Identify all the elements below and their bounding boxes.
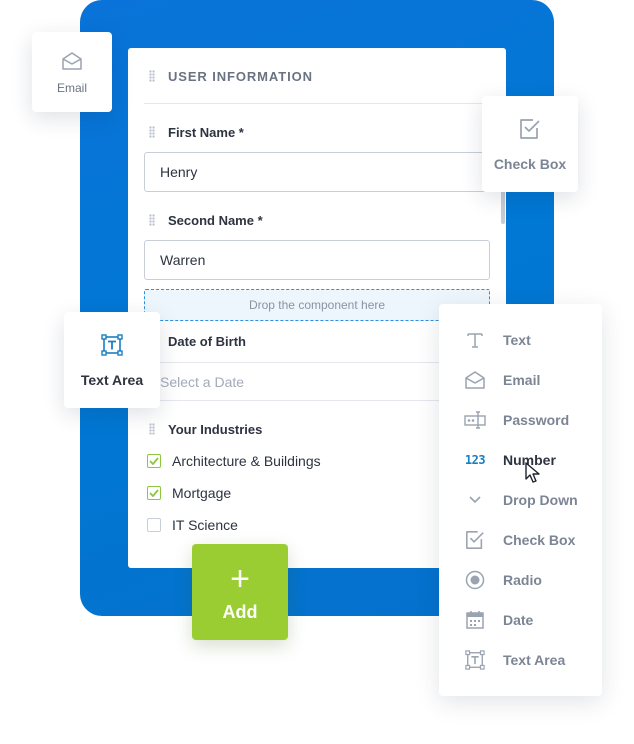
industry-option-label: Mortgage (172, 485, 232, 501)
palette-item-number[interactable]: 123 Number (463, 448, 556, 472)
add-button-label: Add (222, 602, 258, 622)
drag-handle-icon[interactable] (149, 126, 155, 138)
industries-label: Your Industries (168, 422, 263, 437)
drag-handle-icon[interactable] (149, 423, 155, 435)
palette-item-date[interactable]: Date (463, 608, 533, 632)
date-of-birth-label: Date of Birth (168, 334, 246, 349)
palette-item-radio[interactable]: Radio (463, 568, 542, 592)
checkbox-checked-icon[interactable] (147, 486, 161, 500)
palette-item-label: Text (503, 332, 531, 348)
palette-item-drop-down[interactable]: Drop Down (463, 488, 578, 512)
text-area-icon (101, 334, 123, 356)
palette-item-check-box[interactable]: Check Box (463, 528, 575, 552)
email-component-card[interactable]: Email (32, 32, 112, 112)
checkbox-component-label: Check Box (493, 156, 567, 172)
palette-item-label: Email (503, 372, 541, 388)
mouse-cursor-icon (525, 462, 540, 483)
components-palette: Text Email Password 123 Number Drop Down… (439, 304, 602, 696)
palette-item-label: Date (503, 612, 534, 628)
palette-item-text[interactable]: Text (463, 328, 531, 352)
email-component-label: Email (56, 81, 87, 95)
checkbox-checked-icon[interactable] (147, 454, 161, 468)
palette-item-label: Check Box (503, 532, 576, 548)
first-name-input[interactable]: Henry (144, 152, 490, 192)
email-icon (463, 368, 487, 392)
add-button[interactable]: + Add (192, 544, 288, 640)
palette-item-label: Radio (503, 572, 542, 588)
checkbox-component-card[interactable]: Check Box (482, 96, 578, 192)
section-title: USER INFORMATION (168, 69, 313, 84)
text-icon (463, 328, 487, 352)
checkbox-icon (463, 528, 487, 552)
palette-item-email[interactable]: Email (463, 368, 540, 392)
number-icon-glyph: 123 (464, 453, 486, 467)
palette-item-label: Text Area (503, 652, 566, 668)
calendar-icon (463, 608, 487, 632)
drag-handle-icon[interactable] (149, 70, 155, 82)
second-name-input[interactable]: Warren (144, 240, 490, 280)
scrollbar-thumb[interactable] (501, 188, 505, 224)
email-icon (62, 52, 82, 70)
radio-icon (463, 568, 487, 592)
industry-option-label: IT Science (172, 517, 238, 533)
drag-handle-icon[interactable] (149, 214, 155, 226)
second-name-label: Second Name * (168, 213, 263, 228)
chevron-down-icon (463, 488, 487, 512)
palette-item-label: Password (503, 412, 570, 428)
number-icon: 123 (463, 448, 487, 472)
plus-icon: + (230, 560, 250, 598)
password-icon (463, 408, 487, 432)
text-area-icon (463, 648, 487, 672)
text-area-component-card[interactable]: Text Area (64, 312, 160, 408)
palette-item-password[interactable]: Password (463, 408, 569, 432)
checkbox-icon (520, 119, 540, 139)
industry-option-label: Architecture & Buildings (172, 453, 321, 469)
industry-option[interactable]: Architecture & Buildings (147, 451, 321, 471)
section-divider (144, 103, 490, 104)
text-area-component-label: Text Area (80, 372, 144, 388)
first-name-label: First Name * (168, 125, 244, 140)
palette-item-label: Drop Down (503, 492, 578, 508)
palette-item-text-area[interactable]: Text Area (463, 648, 565, 672)
checkbox-unchecked-icon[interactable] (147, 518, 161, 532)
industry-option[interactable]: Mortgage (147, 483, 231, 503)
industry-option[interactable]: IT Science (147, 515, 238, 535)
